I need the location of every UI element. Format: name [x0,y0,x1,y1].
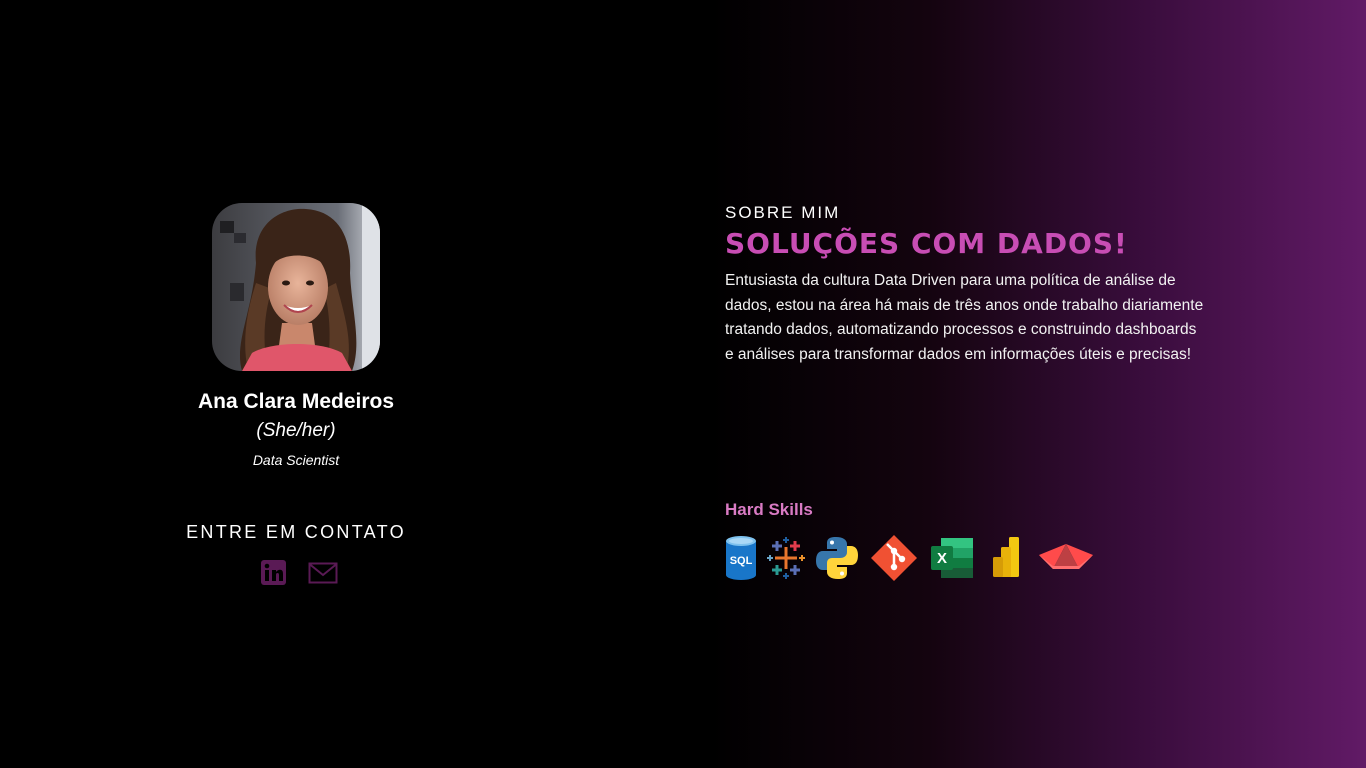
hard-skills-icons: SQL X [725,535,1145,581]
profile-name: Ana Clara Medeiros [197,390,395,413]
hard-skills-section: Hard Skills SQL X [725,499,1145,581]
profile-role: Data Scientist [252,452,340,468]
hard-skills-title: Hard Skills [725,500,813,519]
sql-label: SQL [730,555,753,567]
sql-database-icon: SQL [725,535,757,581]
profile-card: Ana Clara Medeiros (She/her) Data Scient… [140,203,452,587]
tableau-icon [767,535,805,581]
email-link[interactable] [308,559,338,587]
about-kicker: SOBRE MIM [725,203,841,222]
profile-pronouns: (She/her) [256,420,336,441]
streamlit-icon [1037,535,1095,581]
contact-links [140,559,452,587]
linkedin-link[interactable] [258,559,288,587]
about-section: SOBRE MIM Soluções com dados! Entusiasta… [725,203,1205,367]
git-icon [869,535,919,581]
power-bi-icon [987,535,1027,581]
excel-label: X [937,550,947,567]
excel-icon: X [929,535,977,581]
linkedin-icon [261,560,286,585]
python-icon [815,535,859,581]
about-text: Entusiasta da cultura Data Driven para u… [725,272,1204,363]
about-title: Soluções com dados! [725,227,1128,260]
email-icon [308,562,338,584]
profile-photo [212,203,380,371]
contact-title: ENTRE EM CONTATO [186,522,406,542]
